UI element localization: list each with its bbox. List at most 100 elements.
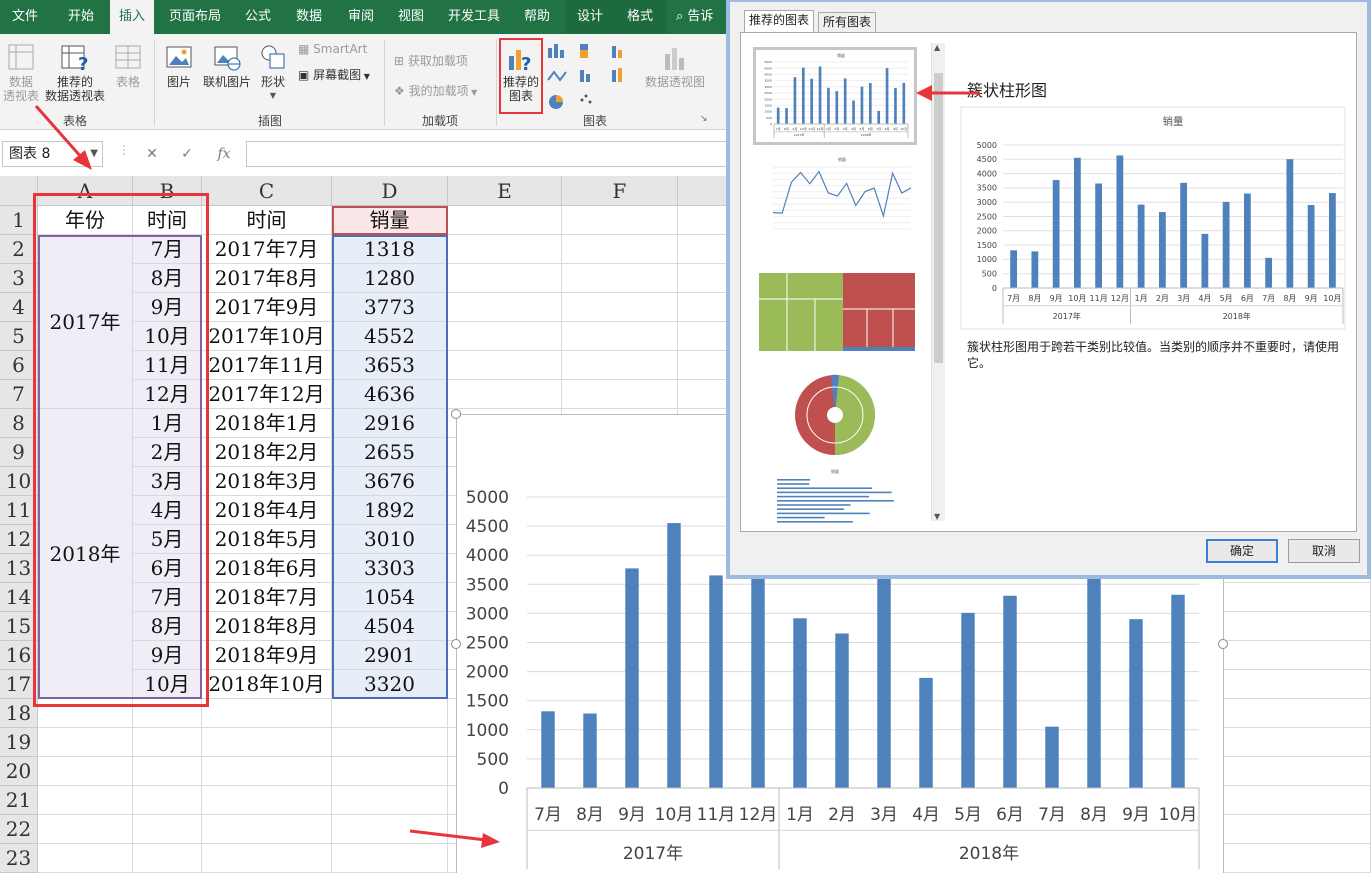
cell-date[interactable]: 2018年2月 <box>202 438 332 467</box>
cancel-button[interactable]: 取消 <box>1288 539 1360 563</box>
cell[interactable] <box>448 235 562 264</box>
thumbnail-sunburst[interactable] <box>753 361 917 457</box>
chart-bar[interactable] <box>1328 193 1336 288</box>
tab-developer[interactable]: 开发工具 <box>440 0 508 34</box>
chart-bar[interactable] <box>1129 619 1143 788</box>
thumbnail-treemap[interactable] <box>753 259 917 355</box>
chart-bar[interactable] <box>1158 212 1166 288</box>
chart-bar[interactable] <box>852 100 855 124</box>
chart-bar[interactable] <box>902 82 906 124</box>
get-addins-button[interactable]: ⊞ 获取加载项 <box>394 52 468 69</box>
cell[interactable] <box>202 815 332 844</box>
cell-sales[interactable]: 1318 <box>332 235 448 264</box>
tab-page-layout[interactable]: 页面布局 <box>160 0 230 34</box>
cell[interactable] <box>562 322 678 351</box>
chart-bar[interactable] <box>1095 183 1103 288</box>
tab-help[interactable]: 帮助 <box>514 0 560 34</box>
cell[interactable] <box>332 699 448 728</box>
chart-bar[interactable] <box>868 83 872 124</box>
cell-sales[interactable]: 3676 <box>332 467 448 496</box>
cell[interactable] <box>332 757 448 786</box>
cell-sales[interactable]: 2916 <box>332 409 448 438</box>
cell[interactable] <box>562 380 678 409</box>
cell[interactable] <box>332 786 448 815</box>
chart-bar[interactable] <box>961 612 975 788</box>
resize-handle[interactable] <box>451 409 461 419</box>
cell-sales[interactable]: 4504 <box>332 612 448 641</box>
scrollbar-thumb[interactable] <box>934 73 943 363</box>
cell-date[interactable]: 2017年12月 <box>202 380 332 409</box>
cell[interactable] <box>448 351 562 380</box>
cell[interactable] <box>202 844 332 873</box>
cell[interactable] <box>562 293 678 322</box>
chart-bar[interactable] <box>1307 205 1315 288</box>
tab-review[interactable]: 审阅 <box>338 0 384 34</box>
cell-date[interactable]: 2017年7月 <box>202 235 332 264</box>
cell-header-sales[interactable]: 销量 <box>332 206 448 235</box>
cell[interactable] <box>38 844 133 873</box>
chart-bar[interactable] <box>785 108 788 124</box>
cell[interactable] <box>133 786 202 815</box>
cell[interactable] <box>332 728 448 757</box>
chart-bar[interactable] <box>625 568 639 788</box>
cell-sales[interactable]: 1280 <box>332 264 448 293</box>
cell-date[interactable]: 2018年6月 <box>202 554 332 583</box>
shapes-button[interactable]: 形状 ▼ <box>256 42 290 103</box>
picture-button[interactable]: 图片 <box>160 42 198 89</box>
row-header[interactable]: 23 <box>0 844 38 873</box>
tab-all-charts[interactable]: 所有图表 <box>818 12 877 32</box>
cell[interactable] <box>133 757 202 786</box>
chart-bar[interactable] <box>793 77 797 124</box>
cell[interactable] <box>332 844 448 873</box>
cell-sales[interactable]: 1054 <box>332 583 448 612</box>
cell-date[interactable]: 2017年8月 <box>202 264 332 293</box>
tab-home[interactable]: 开始 <box>56 0 106 34</box>
cell-sales[interactable]: 3320 <box>332 670 448 699</box>
chart-bar[interactable] <box>818 66 822 124</box>
chart-bar[interactable] <box>1286 159 1294 288</box>
cell-sales[interactable]: 3010 <box>332 525 448 554</box>
cell[interactable] <box>332 815 448 844</box>
chart-bar[interactable] <box>919 677 933 788</box>
cell[interactable] <box>38 786 133 815</box>
cell-date[interactable]: 2018年1月 <box>202 409 332 438</box>
chart-bar[interactable] <box>827 87 830 124</box>
chart-bar[interactable] <box>835 91 839 124</box>
row-header[interactable]: 22 <box>0 815 38 844</box>
ok-button[interactable]: 确定 <box>1206 539 1278 563</box>
my-addins-button[interactable]: ❖ 我的加载项 ▼ <box>394 82 477 99</box>
cell-sales[interactable]: 3303 <box>332 554 448 583</box>
cell[interactable] <box>448 264 562 293</box>
row-header[interactable]: 21 <box>0 786 38 815</box>
cell[interactable] <box>202 728 332 757</box>
column-header-e[interactable]: E <box>448 176 562 206</box>
chart-bar[interactable] <box>776 107 780 124</box>
chart-bar[interactable] <box>1052 180 1060 288</box>
chart-bar[interactable] <box>541 711 555 788</box>
cell-sales[interactable]: 3653 <box>332 351 448 380</box>
cell[interactable] <box>133 815 202 844</box>
tab-view[interactable]: 视图 <box>388 0 434 34</box>
tab-file[interactable]: 文件 <box>0 0 50 34</box>
scroll-up-icon[interactable]: ▲ <box>934 43 940 52</box>
tab-format[interactable]: 格式 <box>614 0 666 34</box>
table-button[interactable]: 表格 <box>110 42 146 89</box>
tab-insert[interactable]: 插入 <box>110 0 154 34</box>
cell-sales[interactable]: 1892 <box>332 496 448 525</box>
chart-bar[interactable] <box>1171 594 1185 788</box>
cell[interactable] <box>448 206 562 235</box>
column-header-f[interactable]: F <box>562 176 678 206</box>
row-header[interactable]: 20 <box>0 757 38 786</box>
smartart-button[interactable]: ▦ SmartArt <box>298 42 367 56</box>
thumbnail-line[interactable]: 销量 <box>753 153 917 249</box>
cell[interactable] <box>38 757 133 786</box>
tab-data[interactable]: 数据 <box>286 0 332 34</box>
cell[interactable] <box>202 757 332 786</box>
chart-bar[interactable] <box>1010 250 1018 288</box>
scroll-down-icon[interactable]: ▼ <box>934 512 940 521</box>
thumbnail-clustered-column[interactable]: 0 500 1000 1500 2000 2500 3000 3500 4000 4500 5000… <box>753 47 917 145</box>
recommended-pivot-button[interactable]: ? 推荐的 数据透视表 <box>42 42 108 103</box>
chart-bar[interactable] <box>1243 193 1251 288</box>
chart-bar[interactable] <box>1180 182 1188 288</box>
chart-bar[interactable] <box>1116 155 1124 288</box>
